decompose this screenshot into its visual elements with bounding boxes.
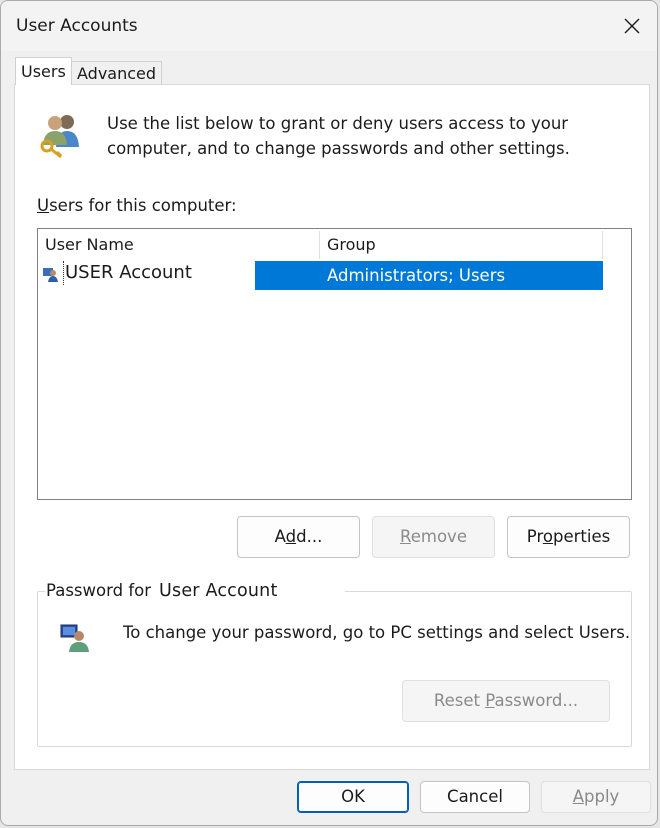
tab-users[interactable]: Users [15, 57, 72, 85]
password-user-name: User Account [159, 581, 278, 601]
column-header-group[interactable]: Group [320, 231, 603, 259]
remove-button[interactable]: Remove [372, 516, 495, 558]
intro-text: Use the list below to grant or deny user… [107, 114, 570, 158]
users-listview[interactable]: User Name Group USER Account Administrat… [37, 228, 632, 500]
title-bar: User Accounts [1, 1, 657, 51]
apply-button[interactable]: Apply [541, 781, 651, 813]
properties-button[interactable]: Properties [507, 516, 630, 558]
window-title: User Accounts [16, 16, 138, 36]
user-monitor-icon [60, 624, 89, 652]
user-icon [43, 268, 58, 282]
reset-password-button[interactable]: Reset Password... [402, 680, 610, 722]
user-row-name[interactable]: USER Account [63, 261, 192, 285]
password-for-label: Password for [46, 581, 152, 600]
users-key-icon [40, 115, 79, 159]
users-tab-panel: Use the list below to grant or deny user… [14, 84, 650, 770]
cancel-button[interactable]: Cancel [420, 781, 530, 813]
tab-advanced[interactable]: Advanced [71, 61, 163, 85]
close-button[interactable] [607, 1, 657, 51]
users-list-label: Users for this computer: [37, 196, 237, 215]
password-groupbox [37, 591, 632, 747]
user-row-group[interactable]: Administrators; Users [255, 261, 603, 290]
close-icon [624, 18, 640, 34]
user-accounts-window: User Accounts Users Advanced Use the lis… [0, 0, 658, 826]
ok-button[interactable]: OK [297, 781, 409, 813]
column-header-user-name[interactable]: User Name [38, 231, 320, 259]
add-button[interactable]: Add... [237, 516, 360, 558]
password-groupbox-legend: Password for User Account [45, 579, 346, 603]
password-instructions: To change your password, go to PC settin… [123, 623, 631, 642]
